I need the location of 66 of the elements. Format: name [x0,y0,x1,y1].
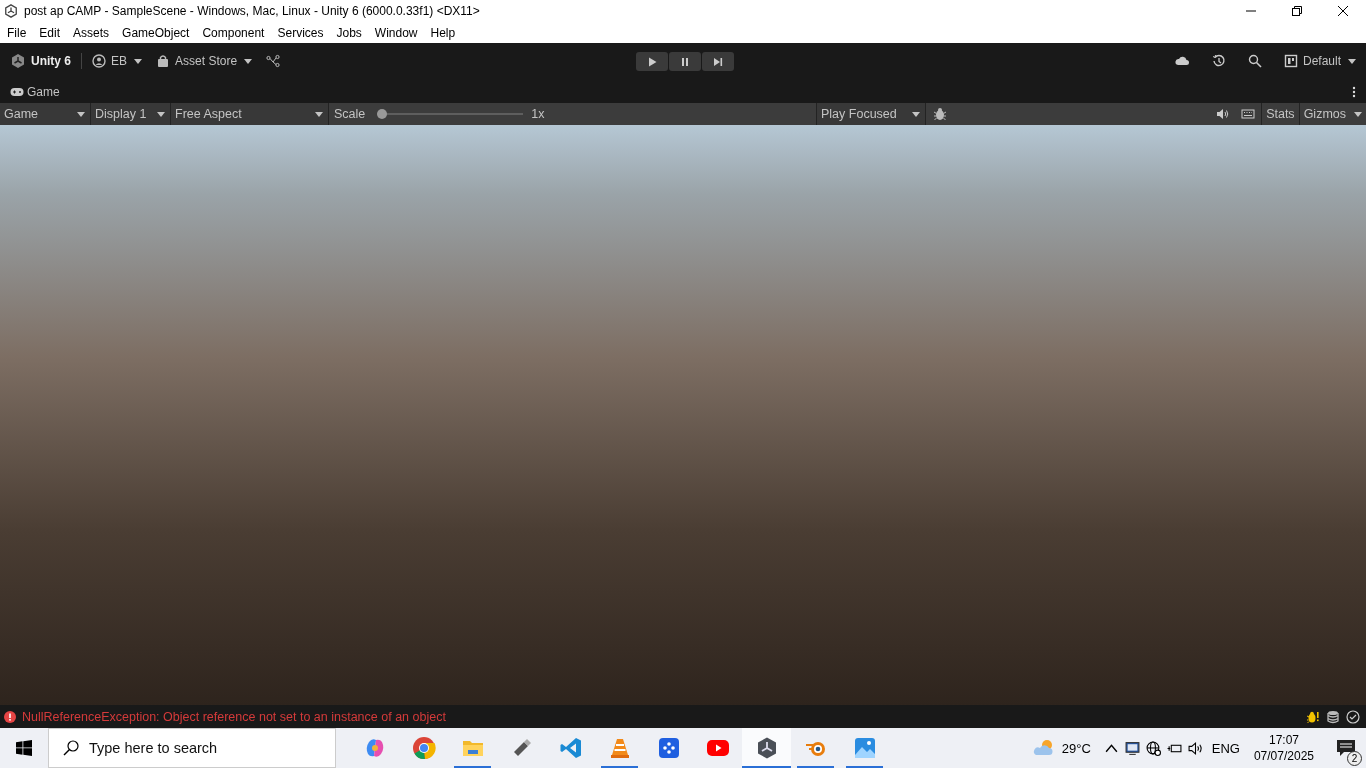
database-icon[interactable] [1326,709,1340,724]
game-tab[interactable]: Game [10,85,60,99]
error-icon [4,710,16,723]
taskbar-app-button[interactable] [742,728,791,768]
notification-count-badge: 2 [1347,751,1362,766]
bug-icon[interactable] [933,107,947,121]
unity-logo-icon [4,4,18,18]
menu-item[interactable]: GameObject [115,25,196,40]
close-icon[interactable] [1337,5,1349,17]
clock-time[interactable]: 17:07 [1268,732,1299,748]
bug-warning-icon[interactable] [1306,709,1320,724]
language-indicator[interactable]: ENG [1211,740,1240,756]
search-icon [63,740,79,756]
user-icon [92,54,106,68]
dots-tile-icon [656,736,681,760]
monitor-icon[interactable] [1124,740,1140,756]
gamepad-icon [10,85,24,99]
ribbon-logo-icon [558,736,583,760]
play-mode-dropdown[interactable]: Play Focused [817,103,926,125]
pause-button[interactable] [669,52,701,71]
keyboard-icon[interactable] [1241,107,1256,121]
landscape-picture-icon [852,736,877,760]
layout-dropdown[interactable]: Default [1283,54,1356,68]
version-control-icon[interactable] [266,54,281,68]
search-icon[interactable] [1247,54,1262,68]
temperature-text[interactable]: 29°C [1061,740,1091,756]
view-dropdown[interactable]: Game [0,103,91,125]
step-button[interactable] [702,52,734,71]
layout-icon [1283,54,1298,68]
play-button[interactable] [636,52,668,71]
clock-date[interactable]: 07/07/2025 [1253,748,1314,764]
pause-icon [679,55,691,68]
scale-label: Scale [334,107,366,121]
menu-item[interactable]: Services [270,25,330,40]
cube-logo-icon [10,53,26,69]
windows-start-icon[interactable] [16,740,32,756]
menu-item[interactable]: Edit [32,25,67,40]
restore-icon[interactable] [1291,5,1303,17]
more-options-icon[interactable] [1352,86,1356,98]
asset-store-dropdown[interactable]: Asset Store [156,54,253,68]
history-icon[interactable] [1211,54,1226,68]
speaker-icon[interactable] [1215,107,1230,121]
window-title: post ap CAMP - SampleScene - Windows, Mac, Linux - Unity 6 (6000.0.33f1) <DX11> [24,4,480,18]
check-circle-icon[interactable] [1346,709,1360,724]
console-error-message[interactable]: NullReferenceException: Object reference not set to an instance of an object [22,709,446,724]
slider-thumb[interactable] [377,109,388,119]
menu-item[interactable]: Window [367,25,424,40]
scale-slider[interactable] [377,109,524,119]
play-icon [646,55,658,68]
scale-reading: 1x [531,107,545,121]
menu-item[interactable]: File [0,25,33,40]
menu-item[interactable]: Jobs [329,25,368,40]
speaker-icon[interactable] [1187,740,1203,756]
menu-item[interactable]: Assets [66,25,116,40]
globe-icon[interactable] [1145,740,1161,756]
unity-product-label[interactable]: Unity 6 [10,53,71,69]
account-dropdown[interactable]: EB [92,54,143,68]
step-forward-icon [712,55,724,68]
round-logo-icon [411,736,436,760]
menu-item[interactable]: Help [423,25,462,40]
menu-item[interactable]: Component [195,25,271,40]
taskbar-search-box[interactable]: Type here to search [48,728,336,768]
shopping-bag-icon [156,54,171,68]
taskbar-search-field[interactable]: Type here to search [89,733,329,763]
aspect-dropdown[interactable]: Free Aspect [171,103,329,125]
display-dropdown[interactable]: Display 1 [91,103,171,125]
